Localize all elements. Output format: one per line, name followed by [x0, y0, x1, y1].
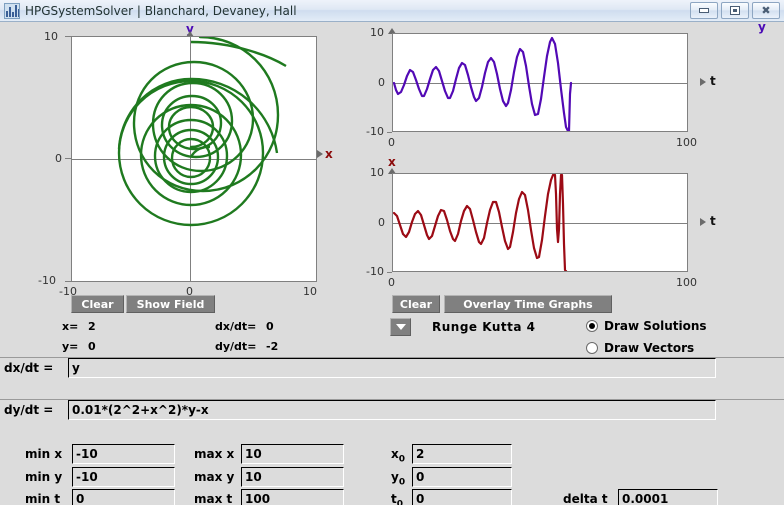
time-y-t-axis-label: t [710, 74, 716, 88]
delta-t-label: delta t [563, 492, 608, 505]
min-t-input[interactable]: 0 [72, 489, 175, 505]
max-t-input[interactable]: 100 [241, 489, 344, 505]
time-graph-x-panel: x 10 0 -10 0 100 t [366, 150, 784, 295]
app-chart-icon [4, 2, 20, 19]
time-graph-x-curve [393, 174, 568, 271]
time-y-t-axis-arrow [700, 78, 706, 86]
x0-input[interactable]: 2 [412, 444, 512, 464]
time-x-tick-top: 10 [370, 166, 384, 179]
window-title: HPGSystemSolver | Blanchard, Devaney, Ha… [25, 3, 297, 18]
phase-y-tick-mark-bot [65, 281, 71, 282]
minimize-button[interactable] [690, 2, 718, 19]
readout-x-label: x= [62, 320, 79, 333]
x0-label-sub: 0 [398, 454, 406, 465]
dydt-equation-input[interactable]: 0.01*(2^2+x^2)*y-x [68, 400, 716, 420]
y0-label-sub: 0 [398, 477, 406, 488]
x0-label-text: x [391, 447, 399, 461]
phase-x-axis-label: x [325, 147, 333, 161]
time-y-t-tick-start: 0 [388, 136, 395, 149]
dxdt-equation-input[interactable]: y [68, 358, 716, 378]
time-y-t-tick-end: 100 [676, 136, 697, 149]
dydt-equation-label: dy/dt = [4, 403, 54, 417]
window-buttons: ✖ [690, 2, 780, 19]
title-bar: HPGSystemSolver | Blanchard, Devaney, Ha… [0, 0, 784, 22]
minimize-icon [699, 8, 709, 13]
readout-dydt-value: -2 [266, 340, 279, 353]
max-t-label: max t [194, 492, 233, 505]
min-y-input[interactable]: -10 [72, 467, 175, 487]
readout-dxdt-value: 0 [266, 320, 274, 333]
draw-vectors-label: Draw Vectors [604, 341, 695, 355]
max-x-label: max x [194, 447, 235, 461]
delta-t-input[interactable]: 0.0001 [618, 489, 718, 505]
readout-x-value: 2 [88, 320, 96, 333]
time-graph-y-curve [393, 36, 573, 131]
max-y-input[interactable]: 10 [241, 467, 344, 487]
close-icon: ✖ [761, 4, 771, 17]
phase-plane-panel: y 10 0 -10 -10 0 10 x [0, 22, 350, 302]
phase-clear-button[interactable]: Clear [71, 295, 124, 313]
x0-label: x0 [391, 447, 405, 464]
phase-x-tick-right: 10 [303, 285, 317, 298]
time-y-tick-mark-bot [387, 132, 392, 133]
draw-vectors-radio-row[interactable]: Draw Vectors [586, 341, 694, 355]
readout-y-value: 0 [88, 340, 96, 353]
phase-y-tick-mark-mid [65, 158, 71, 159]
maximize-button[interactable] [721, 2, 749, 19]
draw-solutions-radio-row[interactable]: Draw Solutions [586, 319, 707, 333]
min-x-input[interactable]: -10 [72, 444, 175, 464]
phase-plot-area[interactable] [71, 36, 317, 282]
min-t-label: min t [25, 492, 61, 505]
time-graph-y-area[interactable] [392, 33, 688, 132]
time-x-axis-label: x [388, 155, 396, 169]
min-x-label: min x [25, 447, 63, 461]
solver-method-dropdown[interactable] [390, 318, 411, 336]
y0-input[interactable]: 0 [412, 467, 512, 487]
close-button[interactable]: ✖ [752, 2, 780, 19]
time-y-tick-mid: 0 [378, 76, 385, 89]
time-y-tick-bot: -10 [366, 125, 384, 138]
draw-solutions-label: Draw Solutions [604, 319, 707, 333]
time-graph-x-area[interactable] [392, 173, 688, 272]
y0-label-text: y [391, 470, 399, 484]
overlay-time-graphs-button[interactable]: Overlay Time Graphs [444, 295, 612, 313]
max-y-label: max y [194, 470, 235, 484]
time-x-t-axis-label: t [710, 214, 716, 228]
phase-y-tick-mark-top [65, 36, 71, 37]
application-window: HPGSystemSolver | Blanchard, Devaney, Ha… [0, 0, 784, 505]
time-graph-y-panel: y 10 0 -10 0 100 t [366, 20, 784, 162]
draw-solutions-radio[interactable] [586, 320, 598, 332]
readout-dxdt-label: dx/dt= [215, 320, 257, 333]
maximize-icon [730, 6, 740, 15]
time-y-axis-label: y [758, 20, 766, 34]
dxdt-equation-label: dx/dt = [4, 361, 54, 375]
min-y-label: min y [25, 470, 63, 484]
phase-y-tick-mid: 0 [55, 152, 62, 165]
time-x-t-tick-start: 0 [388, 276, 395, 289]
phase-trajectory-spiral [117, 40, 287, 227]
time-x-t-axis-arrow [700, 218, 706, 226]
time-x-tick-bot: -10 [366, 265, 384, 278]
solver-method-label: Runge Kutta 4 [432, 320, 536, 334]
t0-label: t0 [391, 492, 403, 505]
phase-y-tick-bot: -10 [38, 274, 56, 287]
t0-input[interactable]: 0 [412, 489, 512, 505]
time-y-tick-top: 10 [370, 26, 384, 39]
show-field-button[interactable]: Show Field [126, 295, 215, 313]
time-x-t-tick-end: 100 [676, 276, 697, 289]
time-clear-button[interactable]: Clear [392, 295, 440, 313]
time-x-tick-mid: 0 [378, 216, 385, 229]
readout-dydt-label: dy/dt= [215, 340, 257, 353]
chevron-down-icon [395, 324, 406, 330]
time-x-tick-mark-bot [387, 272, 392, 273]
draw-vectors-radio[interactable] [586, 342, 598, 354]
readout-y-label: y= [62, 340, 79, 353]
y0-label: y0 [391, 470, 405, 487]
phase-x-axis-arrow [317, 150, 323, 158]
phase-y-tick-top: 10 [44, 30, 58, 43]
t0-label-sub: 0 [396, 499, 404, 505]
max-x-input[interactable]: 10 [241, 444, 344, 464]
